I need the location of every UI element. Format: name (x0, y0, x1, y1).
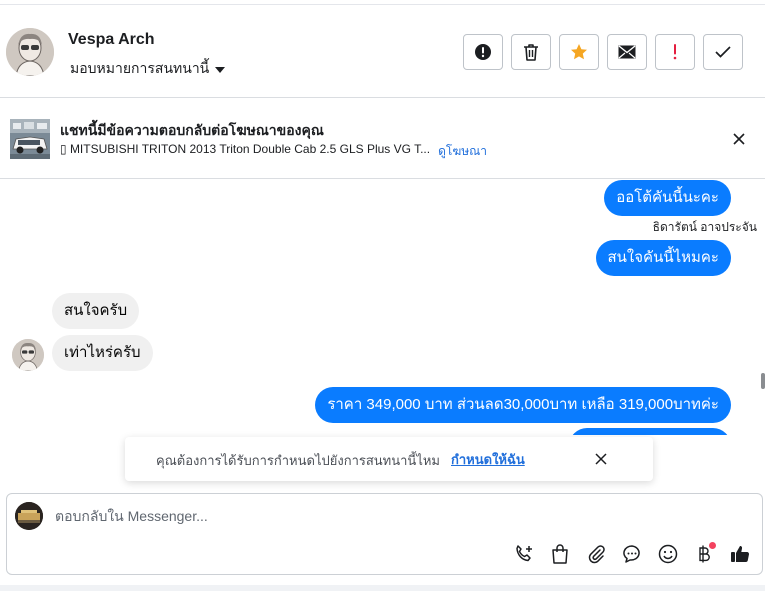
header-actions (463, 34, 743, 70)
close-banner-button[interactable] (727, 127, 751, 151)
call-add-button[interactable] (512, 542, 536, 566)
page-avatar (15, 502, 43, 530)
check-icon (715, 46, 731, 58)
star-button[interactable] (559, 34, 599, 70)
thread-scrollbar[interactable] (761, 373, 765, 389)
ad-listing-row: ▯ MITSUBISHI TRITON 2013 Triton Double C… (60, 142, 487, 161)
message-bubble-outgoing: สนใจคันนี้ไหมคะ (595, 240, 731, 276)
assign-prompt-toast: คุณต้องการได้รับการกำหนดไปยังการสนทนานี้… (125, 437, 653, 481)
close-icon (733, 133, 745, 145)
assign-to-me-link[interactable]: กำหนดให้ฉัน (451, 449, 525, 470)
message-bubble-incoming: สนใจครับ (52, 293, 140, 329)
reply-input[interactable] (55, 508, 655, 524)
paperclip-icon (588, 545, 605, 564)
ad-thumbnail[interactable] (10, 119, 50, 159)
call-add-icon (516, 545, 532, 562)
follow-up-button[interactable] (655, 34, 695, 70)
report-spam-button[interactable] (463, 34, 503, 70)
message-bubble-outgoing: ออโต้คันนี้นะคะ (604, 180, 731, 216)
contact-avatar-small (12, 339, 44, 371)
thumbs-up-icon (731, 546, 750, 563)
assign-prompt-text: คุณต้องการได้รับการกำหนดไปยังการสนทนานี้… (156, 453, 440, 468)
saved-replies-button[interactable] (620, 542, 644, 566)
delete-button[interactable] (511, 34, 551, 70)
reply-composer (6, 493, 763, 575)
envelope-icon (618, 45, 636, 59)
close-icon (595, 453, 607, 465)
sender-name: ธิดารัตน์ อาจประจัน (652, 220, 757, 234)
notification-dot (709, 542, 716, 549)
send-like-button[interactable] (728, 542, 752, 566)
message-bubble-outgoing-partial (569, 428, 731, 435)
ad-banner-title: แชทนี้มีข้อความตอบกลับต่อโฆษณาของคุณ (60, 122, 324, 138)
close-toast-button[interactable] (591, 449, 611, 469)
chat-bubble-icon (623, 545, 640, 563)
emoji-icon (658, 544, 678, 564)
alert-circle-icon (475, 44, 491, 60)
ad-reply-banner: แชทนี้มีข้อความตอบกลับต่อโฆษณาของคุณ ▯ M… (0, 99, 765, 179)
mark-unread-button[interactable] (607, 34, 647, 70)
exclamation-icon (673, 44, 677, 60)
assign-label: มอบหมายการสนทนานี้ (70, 60, 210, 76)
attach-button[interactable] (584, 542, 608, 566)
emoji-button[interactable] (656, 542, 680, 566)
message-bubble-incoming: เท่าไหร่ครับ (52, 335, 153, 371)
assign-conversation-dropdown[interactable]: มอบหมายการสนทนานี้ (70, 58, 226, 80)
shopping-bag-icon (552, 544, 568, 564)
composer-toolbar (512, 542, 752, 566)
shop-button[interactable] (548, 542, 572, 566)
chevron-down-icon (215, 67, 226, 73)
view-ad-link[interactable]: ดูโฆษณา (438, 142, 487, 161)
contact-avatar[interactable] (6, 28, 54, 76)
page-bottom-bar (0, 585, 765, 591)
contact-name: Vespa Arch (68, 31, 155, 48)
ad-listing-title: ▯ MITSUBISHI TRITON 2013 Triton Double C… (60, 142, 431, 156)
payment-button[interactable] (692, 542, 716, 566)
conversation-header: Vespa Arch มอบหมายการสนทนานี้ (0, 5, 765, 98)
trash-icon (524, 44, 538, 61)
star-icon (571, 44, 587, 60)
message-bubble-outgoing: ราคา 349,000 บาท ส่วนลด30,000บาท เหลือ 3… (315, 387, 731, 423)
mark-done-button[interactable] (703, 34, 743, 70)
message-thread[interactable]: ออโต้คันนี้นะคะ ธิดารัตน์ อาจประจัน สนใจ… (0, 180, 765, 435)
